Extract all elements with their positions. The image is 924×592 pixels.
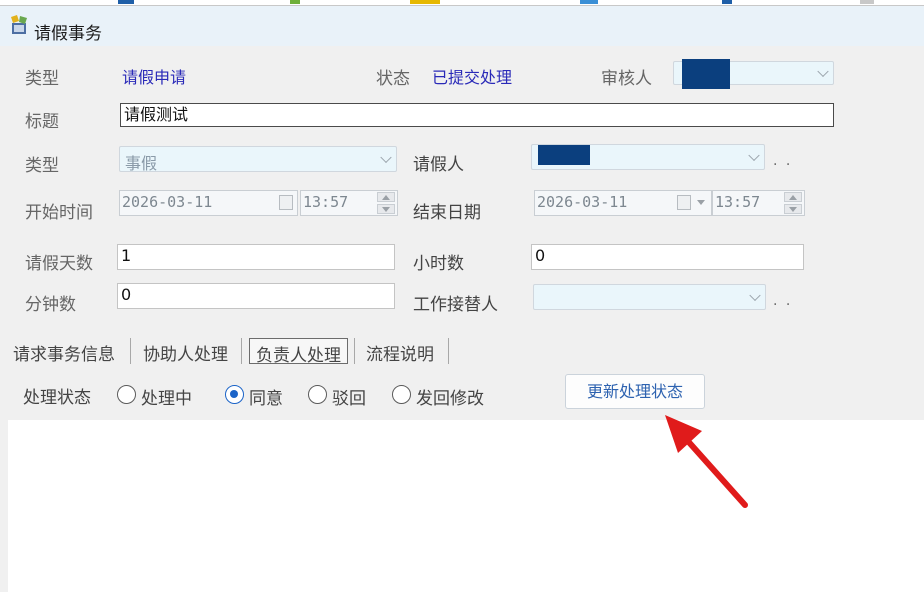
spin-up-icon[interactable]: [377, 192, 395, 202]
calendar-icon[interactable]: [677, 195, 691, 210]
processing-content-area: [8, 420, 924, 592]
redacted-block: [538, 145, 590, 165]
type-value: 请假申请: [122, 68, 187, 87]
reviewer-label: 审核人: [601, 69, 652, 89]
tab-separator: [130, 338, 131, 364]
tab-separator: [354, 338, 355, 364]
start-date-picker[interactable]: 2026-03-11: [119, 190, 298, 216]
minutes-input[interactable]: 0: [117, 283, 395, 309]
tab-manager-processing[interactable]: 负责人处理: [249, 338, 348, 366]
update-status-button[interactable]: 更新处理状态: [565, 374, 705, 409]
substitute-more-button[interactable]: . .: [773, 293, 792, 309]
chevron-down-icon: [749, 289, 761, 302]
days-label: 请假天数: [25, 254, 93, 274]
start-time-label: 开始时间: [25, 203, 93, 223]
radio-approve-label[interactable]: 同意: [249, 384, 283, 409]
start-date-value: 2026-03-11: [122, 193, 213, 211]
end-date-label: 结束日期: [413, 203, 481, 223]
status-label: 状态: [376, 69, 410, 89]
start-time-input[interactable]: 13:57: [300, 190, 398, 216]
arrow-annotation-icon: [665, 415, 748, 508]
title-input[interactable]: 请假测试: [120, 103, 834, 127]
chevron-down-icon: [697, 200, 705, 205]
app-icon: [11, 15, 27, 34]
title-label: 标题: [25, 112, 59, 132]
tab-separator: [448, 338, 449, 364]
spin-up-icon[interactable]: [784, 192, 802, 202]
applicant-more-button[interactable]: . .: [773, 153, 792, 169]
window-title: 请假事务: [34, 24, 102, 44]
calendar-icon[interactable]: [279, 195, 293, 210]
end-date-value: 2026-03-11: [537, 193, 628, 211]
radio-reject[interactable]: [308, 385, 327, 404]
substitute-combo[interactable]: [533, 284, 766, 310]
processing-status-label: 处理状态: [23, 388, 91, 408]
radio-return-modify-label[interactable]: 发回修改: [416, 384, 484, 409]
reviewer-combo[interactable]: [673, 59, 834, 89]
applicant-combo[interactable]: [531, 144, 765, 170]
radio-processing[interactable]: [117, 385, 136, 404]
substitute-label: 工作接替人: [413, 295, 498, 315]
tab-separator: [241, 338, 242, 364]
applicant-label: 请假人: [413, 155, 464, 175]
tab-assistant-processing[interactable]: 协助人处理: [137, 338, 234, 365]
chevron-down-icon: [817, 65, 829, 78]
start-time-value: 13:57: [303, 193, 349, 211]
radio-approve[interactable]: [225, 385, 244, 404]
radio-return-modify[interactable]: [392, 385, 411, 404]
radio-reject-label[interactable]: 驳回: [332, 384, 366, 409]
radio-processing-label[interactable]: 处理中: [141, 384, 192, 409]
chevron-down-icon: [748, 149, 760, 162]
type-label: 类型: [25, 69, 59, 89]
tab-request-info[interactable]: 请求事务信息: [7, 338, 121, 365]
spin-down-icon[interactable]: [377, 204, 395, 214]
hours-label: 小时数: [413, 254, 464, 274]
status-value: 已提交处理: [432, 68, 513, 87]
leave-type-label: 类型: [25, 156, 59, 176]
leave-type-value: 事假: [125, 154, 158, 173]
hours-input[interactable]: 0: [531, 244, 804, 270]
chevron-down-icon: [380, 151, 392, 164]
tab-process-description[interactable]: 流程说明: [360, 338, 440, 365]
end-date-picker[interactable]: 2026-03-11: [534, 190, 712, 216]
redacted-block: [682, 59, 730, 89]
days-input[interactable]: 1: [117, 244, 395, 270]
end-time-value: 13:57: [715, 193, 761, 211]
leave-type-combo[interactable]: 事假: [119, 146, 397, 173]
minutes-label: 分钟数: [25, 295, 76, 315]
end-time-input[interactable]: 13:57: [712, 190, 805, 216]
window-titlebar: 请假事务: [0, 6, 924, 46]
spin-down-icon[interactable]: [784, 204, 802, 214]
